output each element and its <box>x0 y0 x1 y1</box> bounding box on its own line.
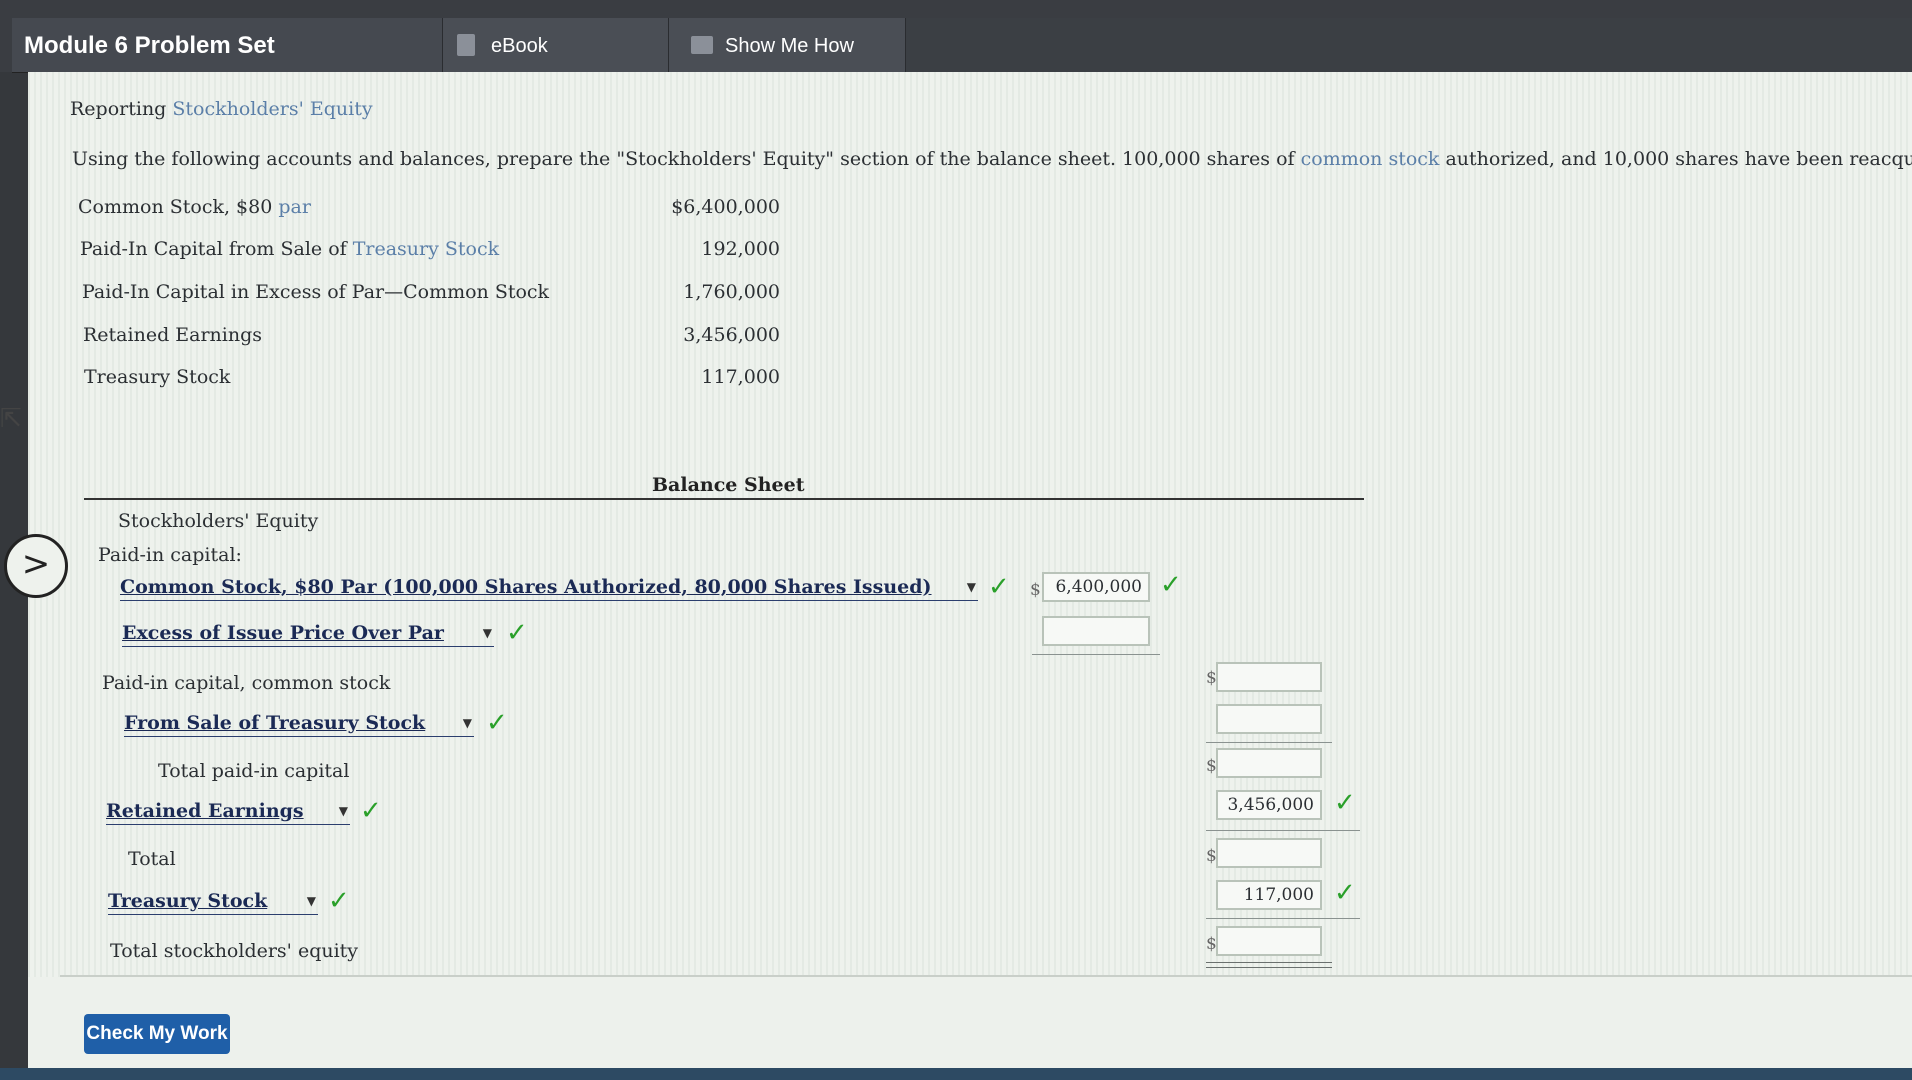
account-name: Paid-In Capital in Excess of Par—Common … <box>82 281 550 303</box>
expand-arrow-icon[interactable]: > <box>4 534 68 598</box>
section-label: Stockholders' Equity <box>118 510 319 532</box>
total-equity-label: Total stockholders' equity <box>110 940 359 962</box>
mouse-cursor-icon: ⇱ <box>0 404 22 434</box>
common-stock-select[interactable]: Common Stock, $80 Par (100,000 Shares Au… <box>120 576 978 601</box>
tab-show-me-how[interactable]: Show Me How <box>668 18 906 72</box>
common-stock-link[interactable]: common stock <box>1301 148 1440 170</box>
paid-in-common-label: Paid-in capital, common stock <box>102 672 391 694</box>
check-my-work-button[interactable]: Check My Work <box>84 1014 230 1054</box>
stockholders-equity-link[interactable]: Stockholders' Equity <box>172 98 372 120</box>
chevron-down-icon: ▼ <box>306 894 316 908</box>
video-icon <box>691 36 713 54</box>
check-icon: ✓ <box>1334 788 1356 818</box>
paid-in-common-input[interactable] <box>1216 662 1322 692</box>
heading-rule <box>84 498 1364 500</box>
total-input[interactable] <box>1216 838 1322 868</box>
total-paid-in-input[interactable] <box>1216 748 1322 778</box>
total-paid-in-label: Total paid-in capital <box>158 760 350 782</box>
divider <box>60 975 1912 977</box>
treasury-stock-select[interactable]: Treasury Stock ▼ <box>108 890 318 915</box>
excess-select[interactable]: Excess of Issue Price Over Par ▼ <box>122 622 494 647</box>
chevron-down-icon: ▼ <box>338 804 348 818</box>
instructions: Using the following accounts and balance… <box>72 148 1912 170</box>
underline <box>1206 830 1360 831</box>
treasury-stock-amount-input[interactable]: 117,000 <box>1216 880 1322 910</box>
check-icon: ✓ <box>988 572 1010 602</box>
footer-bar <box>0 1068 1912 1080</box>
retained-earnings-amount-input[interactable]: 3,456,000 <box>1216 790 1322 820</box>
total-label: Total <box>128 848 176 870</box>
double-underline <box>1206 962 1332 968</box>
check-icon: ✓ <box>506 618 528 648</box>
underline <box>1032 654 1160 655</box>
par-link[interactable]: par <box>278 196 311 218</box>
check-icon: ✓ <box>1334 878 1356 908</box>
underline <box>1206 918 1360 919</box>
chevron-down-icon: ▼ <box>966 580 976 594</box>
check-icon: ✓ <box>1160 570 1182 600</box>
problem-title: Reporting Stockholders' Equity <box>70 98 373 120</box>
paid-in-label: Paid-in capital: <box>98 544 242 566</box>
bottom-strip <box>28 977 1912 1077</box>
underline <box>1206 742 1332 743</box>
account-amount: 117,000 <box>701 366 780 388</box>
excess-amount-input[interactable] <box>1042 616 1150 646</box>
check-icon: ✓ <box>486 708 508 738</box>
treasury-sale-select[interactable]: From Sale of Treasury Stock ▼ <box>124 712 474 737</box>
account-amount: $6,400,000 <box>671 196 780 218</box>
account-amount: 192,000 <box>701 238 780 260</box>
common-stock-amount-input[interactable]: 6,400,000 <box>1042 572 1150 602</box>
balance-sheet-heading: Balance Sheet <box>652 474 805 496</box>
account-name: Treasury Stock <box>84 366 231 388</box>
account-amount: 1,760,000 <box>683 281 780 303</box>
retained-earnings-select[interactable]: Retained Earnings ▼ <box>106 800 350 825</box>
module-title: Module 6 Problem Set <box>24 32 275 59</box>
tab-show-me-how-label: Show Me How <box>725 35 854 57</box>
account-name: Retained Earnings <box>83 324 263 346</box>
account-name: Common Stock, $80 par <box>78 196 311 218</box>
tab-ebook[interactable]: eBook <box>442 18 670 72</box>
check-icon: ✓ <box>328 886 350 916</box>
treasury-sale-amount-input[interactable] <box>1216 704 1322 734</box>
account-amount: 3,456,000 <box>683 324 780 346</box>
tab-ebook-label: eBook <box>491 35 548 57</box>
treasury-stock-link[interactable]: Treasury Stock <box>353 238 499 260</box>
total-equity-input[interactable] <box>1216 926 1322 956</box>
account-name: Paid-In Capital from Sale of Treasury St… <box>80 238 500 260</box>
chevron-down-icon: ▼ <box>462 716 472 730</box>
check-icon: ✓ <box>360 796 382 826</box>
currency-symbol: $ <box>1030 580 1041 600</box>
book-icon <box>457 34 475 56</box>
chevron-down-icon: ▼ <box>482 626 492 640</box>
